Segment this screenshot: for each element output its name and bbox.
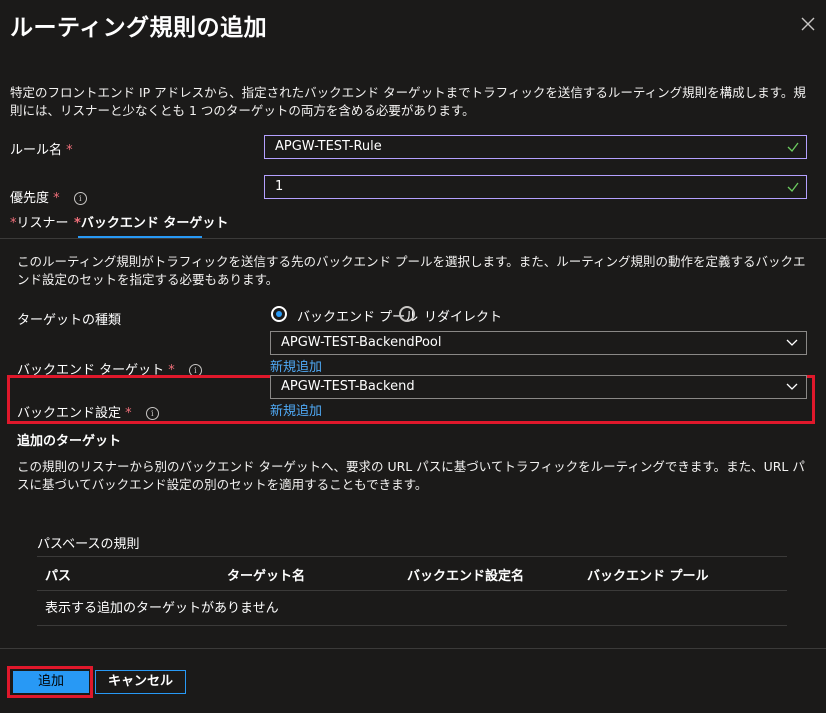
- additional-targets-heading: 追加のターゲット: [17, 434, 122, 449]
- cancel-button[interactable]: キャンセル: [95, 670, 186, 694]
- rule-name-value: APGW-TEST-Rule: [275, 139, 382, 154]
- priority-input[interactable]: 1: [264, 175, 807, 199]
- rule-name-input[interactable]: APGW-TEST-Rule: [264, 135, 807, 159]
- table-divider: [37, 625, 787, 626]
- radio-redirect[interactable]: [399, 306, 415, 322]
- backend-target-new-link[interactable]: 新規追加: [270, 356, 322, 375]
- rule-name-label: ルール名 *: [10, 143, 73, 158]
- table-divider: [37, 556, 787, 557]
- backend-target-select[interactable]: APGW-TEST-BackendPool: [270, 331, 807, 355]
- backend-settings-select[interactable]: APGW-TEST-Backend: [270, 375, 807, 399]
- backend-tab-description: このルーティング規則がトラフィックを送信する先のバックエンド プールを選択します…: [17, 254, 806, 287]
- additional-targets-description: この規則のリスナーから別のバックエンド ターゲットへ、要求の URL パスに基づ…: [17, 459, 805, 492]
- priority-value: 1: [275, 179, 284, 194]
- column-backend-settings-name: バックエンド設定名: [407, 569, 525, 584]
- priority-label: 優先度 * i: [10, 187, 87, 206]
- radio-backend-pool[interactable]: [271, 306, 287, 322]
- chevron-down-icon: [786, 339, 798, 346]
- path-rules-heading: パスベースの規則: [37, 537, 140, 552]
- footer-divider: [0, 648, 826, 649]
- required-mark: *: [125, 406, 132, 421]
- tab-listener[interactable]: *リスナー: [10, 212, 69, 231]
- panel-title: ルーティング規則の追加: [10, 15, 268, 41]
- table-empty-message: 表示する追加のターゲットがありません: [45, 601, 279, 616]
- table-divider: [37, 590, 787, 591]
- info-icon[interactable]: i: [73, 192, 87, 205]
- required-mark: *: [66, 143, 73, 158]
- info-icon[interactable]: i: [145, 407, 159, 420]
- target-type-label: ターゲットの種類: [17, 313, 122, 328]
- checkmark-icon: [787, 182, 799, 192]
- checkmark-icon: [787, 142, 799, 152]
- close-icon[interactable]: [796, 12, 820, 36]
- backend-target-value: APGW-TEST-BackendPool: [281, 335, 442, 350]
- backend-settings-label: バックエンド設定 * i: [17, 402, 159, 421]
- backend-settings-new-link[interactable]: 新規追加: [270, 400, 322, 419]
- column-target-name: ターゲット名: [227, 569, 306, 584]
- panel-description: 特定のフロントエンド IP アドレスから、指定されたバックエンド ターゲットまで…: [10, 85, 806, 118]
- required-mark: *: [53, 191, 60, 206]
- column-path: パス: [45, 569, 72, 584]
- backend-settings-value: APGW-TEST-Backend: [281, 379, 415, 394]
- tab-backend-target[interactable]: *バックエンド ターゲット: [74, 212, 228, 231]
- add-button[interactable]: 追加: [13, 671, 89, 693]
- divider: [0, 238, 826, 239]
- radio-redirect-label[interactable]: リダイレクト: [424, 306, 502, 325]
- column-backend-pool: バックエンド プール: [587, 569, 709, 584]
- chevron-down-icon: [786, 383, 798, 390]
